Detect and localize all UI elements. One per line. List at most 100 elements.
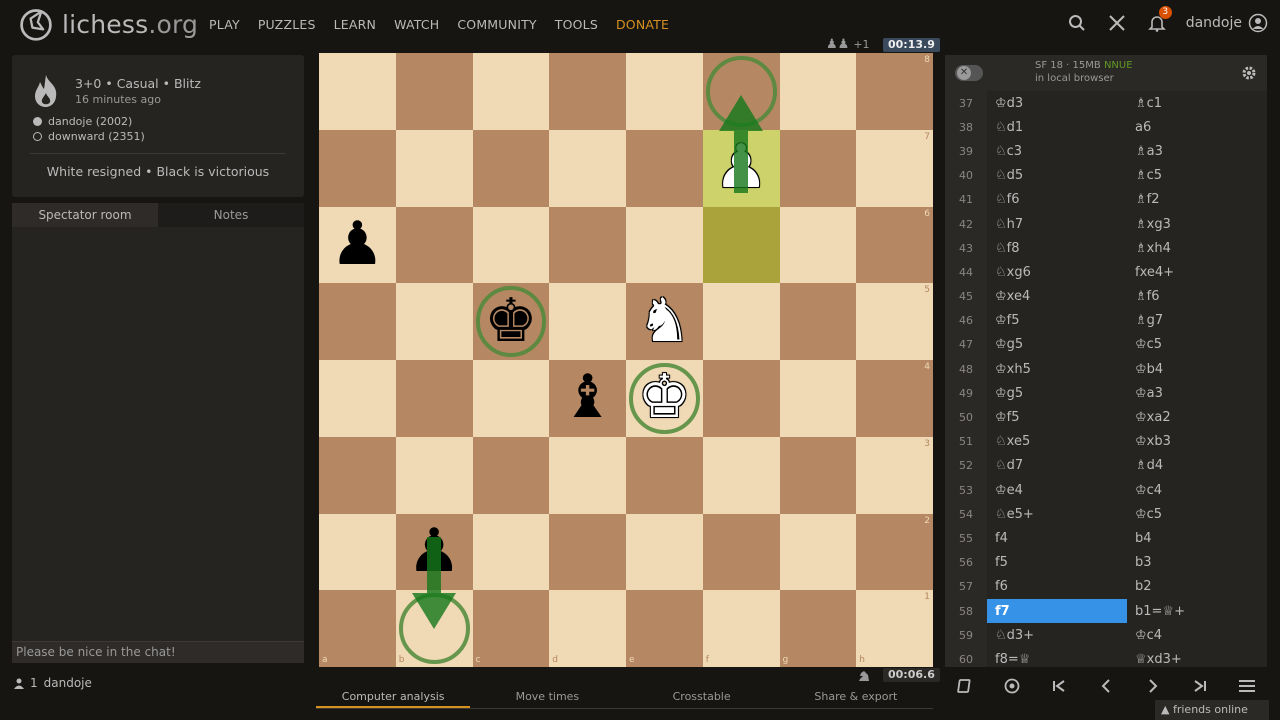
search-icon[interactable] xyxy=(1066,12,1088,34)
move-black[interactable]: b2 xyxy=(1127,575,1267,599)
move-white[interactable]: f5 xyxy=(987,551,1127,575)
square-a8[interactable] xyxy=(319,53,396,130)
white-king-e4[interactable]: ♚ xyxy=(637,367,691,427)
move-black[interactable]: ♗xg3 xyxy=(1127,212,1267,236)
tab-share-export[interactable]: Share & export xyxy=(779,689,933,708)
square-c3[interactable] xyxy=(472,436,550,514)
square-f2[interactable] xyxy=(702,513,780,591)
move-black[interactable]: fxe4+ xyxy=(1127,260,1267,284)
square-a2[interactable] xyxy=(319,513,396,591)
move-white[interactable]: ♘d7 xyxy=(987,454,1127,478)
square-e6[interactable] xyxy=(626,206,703,284)
move-black[interactable]: ♕xd3+ xyxy=(1127,647,1267,667)
black-pawn-a6[interactable]: ♟ xyxy=(330,214,384,274)
move-black[interactable]: ♔c5 xyxy=(1127,502,1267,526)
square-h2[interactable]: 2 xyxy=(856,513,933,591)
move-black[interactable]: ♔b4 xyxy=(1127,357,1267,381)
move-white[interactable]: f8=♕ xyxy=(987,647,1127,667)
square-f3[interactable] xyxy=(702,436,780,514)
move-black[interactable]: ♗xh4 xyxy=(1127,236,1267,260)
gear-icon[interactable] xyxy=(1241,65,1257,81)
move-white[interactable]: ♘d5 xyxy=(987,164,1127,188)
move-black[interactable]: b3 xyxy=(1127,551,1267,575)
move-black[interactable]: b4 xyxy=(1127,526,1267,550)
move-white[interactable]: ♘f8 xyxy=(987,236,1127,260)
square-h7[interactable]: 7 xyxy=(856,129,933,207)
chat-input[interactable]: Please be nice in the chat! xyxy=(12,641,304,663)
square-a1[interactable]: a xyxy=(319,590,396,667)
watcher-name[interactable]: dandoje xyxy=(44,676,92,690)
last-move-icon[interactable] xyxy=(1184,672,1216,700)
square-e7[interactable] xyxy=(626,129,703,207)
square-d4[interactable]: ♝ xyxy=(549,360,626,437)
square-g2[interactable] xyxy=(779,513,857,591)
square-g3[interactable] xyxy=(779,436,857,514)
tab-spectator-room[interactable]: Spectator room xyxy=(12,203,158,227)
square-e4[interactable]: ♚ xyxy=(626,360,703,437)
black-pawn-b2[interactable]: ♟ xyxy=(407,521,461,581)
move-white[interactable]: ♔e4 xyxy=(987,478,1127,502)
square-e3[interactable] xyxy=(626,436,703,514)
move-white[interactable]: ♘h7 xyxy=(987,212,1127,236)
square-e2[interactable] xyxy=(626,513,703,591)
move-black[interactable]: ♔c5 xyxy=(1127,333,1267,357)
square-a7[interactable] xyxy=(319,129,396,207)
square-f5[interactable] xyxy=(702,283,780,360)
move-white[interactable]: ♔g5 xyxy=(987,333,1127,357)
move-black[interactable]: a6 xyxy=(1127,115,1267,139)
square-g7[interactable] xyxy=(779,129,857,207)
square-b2[interactable]: ♟ xyxy=(395,513,473,591)
white-player[interactable]: dandoje (2002) xyxy=(33,115,132,128)
square-c5[interactable]: ♚ xyxy=(472,283,550,360)
move-white[interactable]: ♘c3 xyxy=(987,139,1127,163)
move-white[interactable]: ♘f6 xyxy=(987,188,1127,212)
nav-tools[interactable]: TOOLS xyxy=(555,17,598,32)
black-bishop-d4[interactable]: ♝ xyxy=(561,367,615,427)
square-e1[interactable]: e xyxy=(626,590,703,667)
opening-book-icon[interactable] xyxy=(949,672,981,700)
square-g4[interactable] xyxy=(779,360,857,437)
nav-donate[interactable]: DONATE xyxy=(616,17,669,32)
square-d5[interactable] xyxy=(549,283,626,360)
square-e8[interactable] xyxy=(626,53,703,130)
square-f7[interactable]: ♟ xyxy=(702,129,780,207)
square-c8[interactable] xyxy=(472,53,550,130)
square-d1[interactable]: d xyxy=(549,590,626,667)
move-black[interactable]: ♔c4 xyxy=(1127,478,1267,502)
square-h6[interactable]: 6 xyxy=(856,206,933,284)
square-b5[interactable] xyxy=(395,283,473,360)
move-black[interactable]: ♗a3 xyxy=(1127,139,1267,163)
move-white[interactable]: ♘d3+ xyxy=(987,623,1127,647)
move-white[interactable]: f7 xyxy=(987,598,1127,624)
site-logo[interactable]: lichess.org xyxy=(18,6,198,42)
square-g5[interactable] xyxy=(779,283,857,360)
move-white[interactable]: ♘xg6 xyxy=(987,260,1127,284)
move-black[interactable]: ♗g7 xyxy=(1127,309,1267,333)
move-white[interactable]: f6 xyxy=(987,575,1127,599)
nav-community[interactable]: COMMUNITY xyxy=(457,17,536,32)
move-black[interactable]: ♗f2 xyxy=(1127,188,1267,212)
square-b6[interactable] xyxy=(395,206,473,284)
square-h1[interactable]: h1 xyxy=(856,590,933,667)
black-player[interactable]: downward (2351) xyxy=(33,130,145,143)
tab-computer-analysis[interactable]: Computer analysis xyxy=(316,689,471,708)
black-king-c5[interactable]: ♚ xyxy=(484,290,538,350)
move-black[interactable]: ♗f6 xyxy=(1127,285,1267,309)
square-g1[interactable]: g xyxy=(779,590,857,667)
move-white[interactable]: ♔f5 xyxy=(987,309,1127,333)
square-d3[interactable] xyxy=(549,436,626,514)
nav-puzzles[interactable]: PUZZLES xyxy=(258,17,316,32)
square-h4[interactable]: 4 xyxy=(856,360,933,437)
practice-target-icon[interactable] xyxy=(996,672,1028,700)
user-menu[interactable]: dandoje xyxy=(1186,13,1268,33)
move-white[interactable]: f4 xyxy=(987,526,1127,550)
move-black[interactable]: ♔c4 xyxy=(1127,623,1267,647)
square-g8[interactable] xyxy=(779,53,857,130)
notifications-bell-icon[interactable]: 3 xyxy=(1146,6,1172,34)
square-h3[interactable]: 3 xyxy=(856,436,933,514)
square-c2[interactable] xyxy=(472,513,550,591)
menu-hamburger-icon[interactable] xyxy=(1231,672,1263,700)
move-white[interactable]: ♔xh5 xyxy=(987,357,1127,381)
engine-toggle[interactable]: ✕ xyxy=(955,65,983,81)
square-a3[interactable] xyxy=(319,436,396,514)
